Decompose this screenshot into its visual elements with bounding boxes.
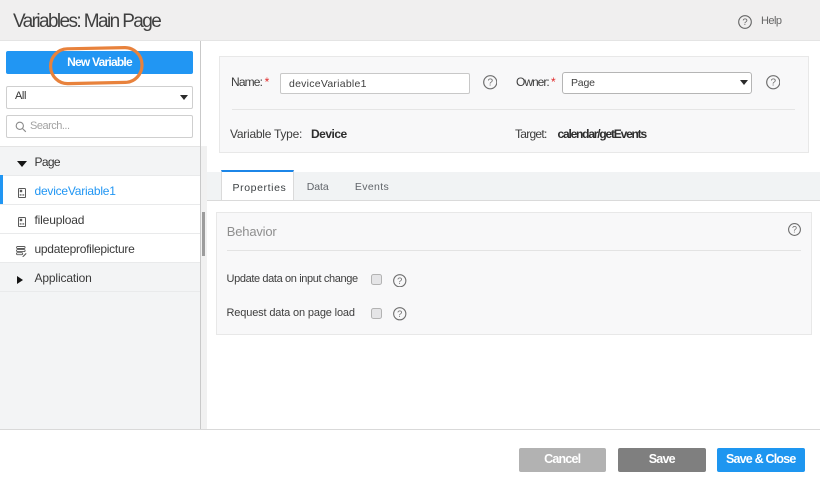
svg-text:?: ? xyxy=(791,225,796,235)
svg-text:?: ? xyxy=(397,276,402,286)
svg-text:?: ? xyxy=(487,78,493,89)
svg-text:?: ? xyxy=(397,309,402,319)
svg-text:?: ? xyxy=(770,78,776,89)
svg-text:?: ? xyxy=(742,17,747,28)
